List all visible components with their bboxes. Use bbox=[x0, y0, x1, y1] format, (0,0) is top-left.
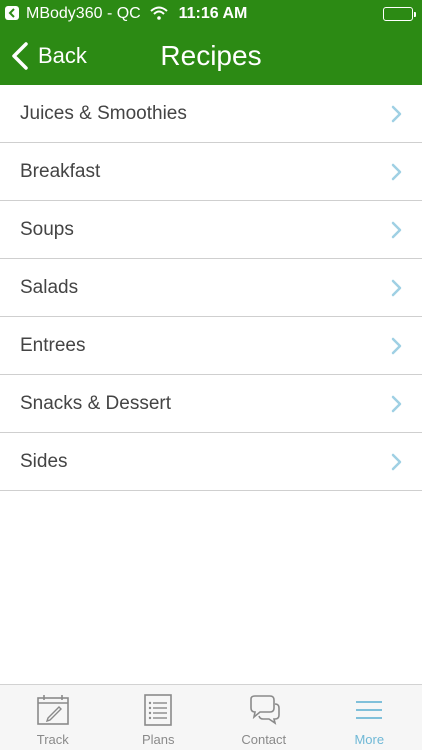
list-item-label: Entrees bbox=[20, 335, 86, 356]
list-item-label: Sides bbox=[20, 451, 68, 472]
list-item-juices-smoothies[interactable]: Juices & Smoothies bbox=[0, 85, 422, 143]
clock-time: 11:16 AM bbox=[178, 5, 248, 22]
chevron-right-icon bbox=[391, 221, 402, 239]
chevron-right-icon bbox=[391, 105, 402, 123]
chat-bubbles-icon bbox=[249, 695, 280, 725]
list-item-entrees[interactable]: Entrees bbox=[0, 317, 422, 375]
tab-label: Plans bbox=[141, 732, 175, 747]
recipe-category-list: Juices & Smoothies Breakfast Soups Salad… bbox=[0, 85, 422, 491]
battery-icon bbox=[383, 7, 416, 21]
chevron-right-icon bbox=[391, 279, 402, 297]
chevron-right-icon bbox=[391, 163, 402, 181]
tab-contact[interactable]: Contact bbox=[211, 685, 317, 750]
list-item-salads[interactable]: Salads bbox=[0, 259, 422, 317]
tab-label: Track bbox=[36, 732, 69, 747]
list-item-soups[interactable]: Soups bbox=[0, 201, 422, 259]
list-item-label: Breakfast bbox=[20, 161, 101, 182]
tab-label: More bbox=[354, 732, 385, 747]
tab-bar: Track Plans Contact More bbox=[0, 684, 422, 750]
document-list-icon bbox=[144, 694, 173, 726]
list-item-label: Juices & Smoothies bbox=[20, 103, 187, 124]
list-item-snacks-dessert[interactable]: Snacks & Dessert bbox=[0, 375, 422, 433]
list-item-sides[interactable]: Sides bbox=[0, 433, 422, 491]
page-title: Recipes bbox=[160, 40, 262, 71]
chevron-right-icon bbox=[391, 453, 402, 471]
chevron-right-icon bbox=[391, 395, 402, 413]
tab-more[interactable]: More bbox=[317, 685, 422, 750]
list-item-label: Soups bbox=[20, 219, 74, 240]
tab-track[interactable]: Track bbox=[0, 685, 106, 750]
list-item-label: Salads bbox=[20, 277, 79, 298]
menu-icon bbox=[356, 701, 383, 719]
tab-plans[interactable]: Plans bbox=[106, 685, 212, 750]
list-item-label: Snacks & Dessert bbox=[20, 393, 171, 414]
navigation-bar: Back Recipes bbox=[0, 28, 422, 85]
chevron-right-icon bbox=[391, 337, 402, 355]
recipes-screen: MBody360 - QC 11:16 AM Back Recipes Juic… bbox=[0, 0, 422, 750]
status-bar: MBody360 - QC 11:16 AM bbox=[0, 0, 422, 28]
calendar-icon bbox=[36, 695, 69, 725]
tab-label: Contact bbox=[241, 732, 287, 747]
list-item-breakfast[interactable]: Breakfast bbox=[0, 143, 422, 201]
